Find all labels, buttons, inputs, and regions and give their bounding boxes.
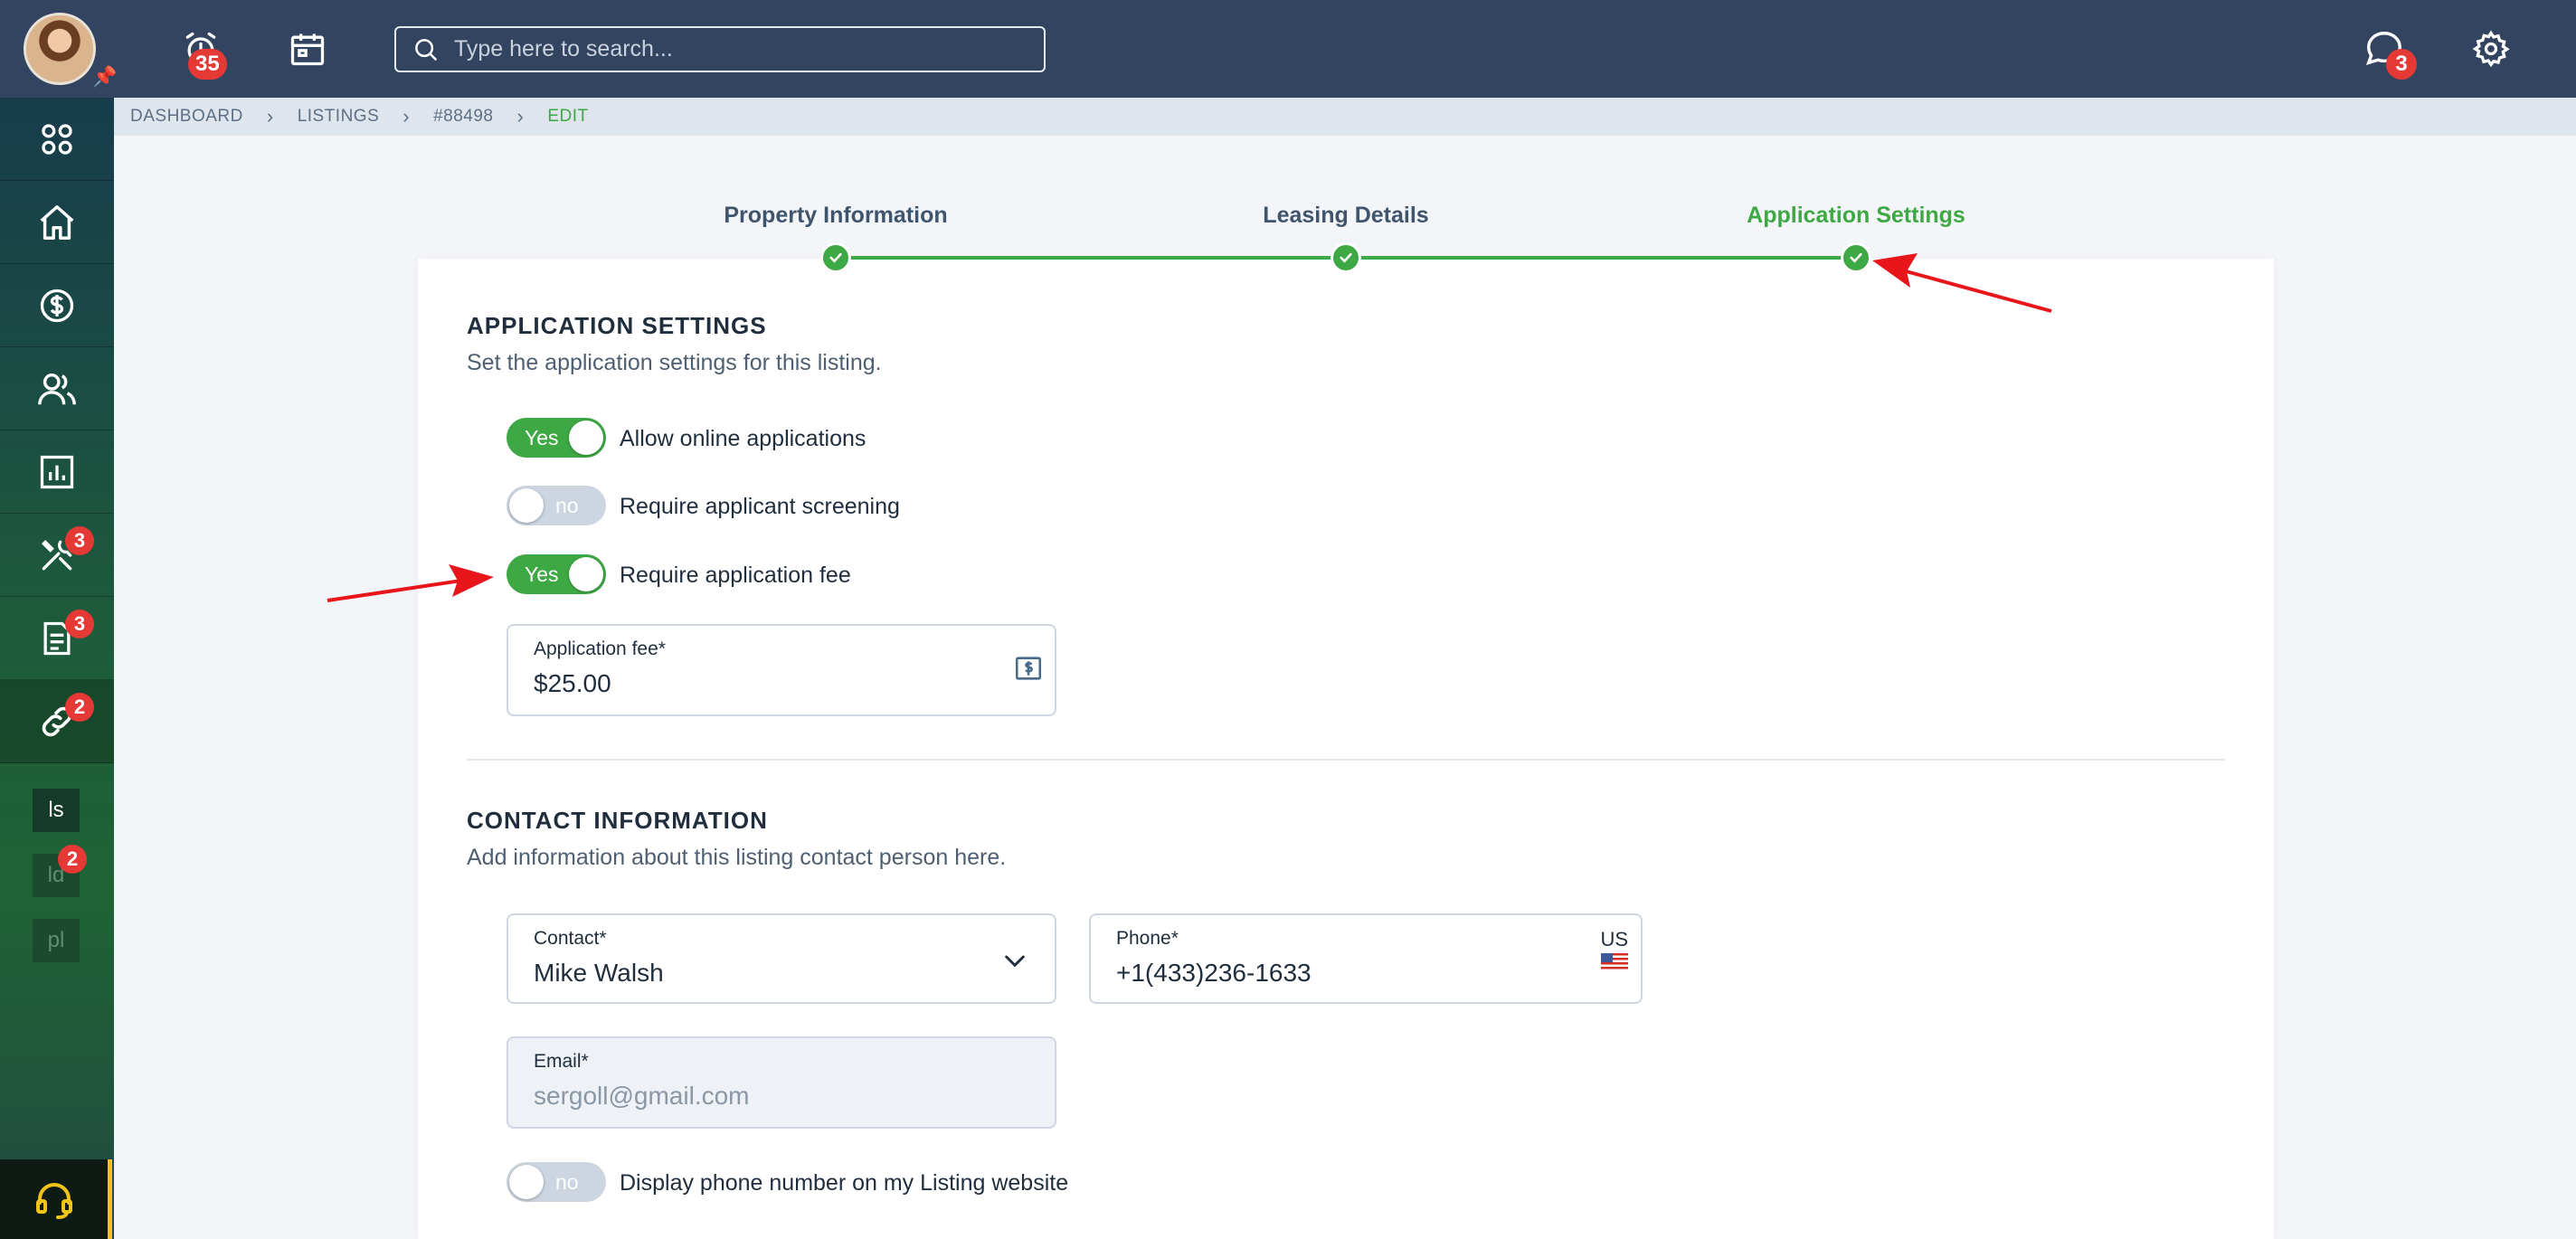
require-application-fee-label: Require application fee <box>620 563 851 588</box>
search-box[interactable] <box>394 26 1046 72</box>
application-fee-value[interactable]: $25.00 <box>534 669 611 698</box>
home-icon <box>40 204 74 240</box>
dollar-bill-icon <box>1015 657 1042 680</box>
sidebar-item-listings[interactable]: 2 <box>0 680 114 763</box>
messages-button[interactable]: 3 <box>2359 24 2417 80</box>
application-fee-field[interactable]: Application fee* $25.00 <box>507 624 1056 716</box>
step-property-information[interactable]: Property Information <box>724 203 947 229</box>
gear-icon <box>2472 30 2510 68</box>
search-icon <box>415 38 438 61</box>
chevron-right-icon: › <box>516 105 525 128</box>
breadcrumb: DASHBOARD › LISTINGS › #88498 › EDIT <box>114 98 2576 136</box>
annotation-arrow-icon <box>1872 253 2052 313</box>
require-applicant-screening-toggle[interactable]: no <box>507 486 606 525</box>
top-bar: 📌 35 3 <box>0 0 2576 98</box>
sidebar-item-documents[interactable]: 3 <box>0 597 114 680</box>
require-applicant-screening-label: Require applicant screening <box>620 494 900 519</box>
sidebar-item-maintenance[interactable]: 3 <box>0 514 114 597</box>
sidebar-item-apps[interactable] <box>0 98 114 181</box>
sidebar-item-properties[interactable] <box>0 181 114 264</box>
phone-value[interactable]: +1(433)236-1633 <box>1116 959 1312 988</box>
maintenance-badge: 3 <box>65 526 94 555</box>
step-leasing-details[interactable]: Leasing Details <box>1263 203 1428 229</box>
application-settings-subtitle: Set the application settings for this li… <box>467 350 882 375</box>
chevron-down-icon <box>1005 955 1025 968</box>
breadcrumb-edit: EDIT <box>547 107 589 126</box>
breadcrumb-listings[interactable]: LISTINGS <box>298 107 380 127</box>
phone-country-code[interactable]: US <box>1600 928 1628 951</box>
display-phone-label: Display phone number on my Listing websi… <box>620 1170 1069 1196</box>
search-input[interactable] <box>454 36 1033 62</box>
contact-information-title: CONTACT INFORMATION <box>467 807 768 834</box>
notifications-badge: 35 <box>188 49 227 80</box>
step-2-check-icon <box>1331 242 1361 273</box>
step-application-settings[interactable]: Application Settings <box>1747 203 1965 229</box>
listings-badge: 2 <box>65 693 94 722</box>
us-flag-icon <box>1601 953 1628 971</box>
users-icon <box>38 373 76 404</box>
allow-online-applications-toggle[interactable]: Yes <box>507 418 606 458</box>
require-application-fee-toggle[interactable]: Yes <box>507 554 606 594</box>
chevron-right-icon: › <box>266 105 274 128</box>
sidebar-mini-ls[interactable]: ls <box>33 789 80 832</box>
allow-online-applications-label: Allow online applications <box>620 426 867 451</box>
display-phone-toggle[interactable]: no <box>507 1162 606 1202</box>
chevron-right-icon: › <box>402 105 411 128</box>
user-avatar[interactable] <box>24 13 96 85</box>
sidebar: 3 3 2 ls ld 2 pl <box>0 98 114 1239</box>
breadcrumb-listing-id[interactable]: #88498 <box>433 107 493 127</box>
sidebar-item-reports[interactable] <box>0 430 114 514</box>
sidebar-item-people[interactable] <box>0 347 114 430</box>
email-field[interactable]: Email* sergoll@gmail.com <box>507 1036 1056 1129</box>
phone-field[interactable]: Phone* +1(433)236-1633 US <box>1089 913 1643 1004</box>
email-value: sergoll@gmail.com <box>534 1082 750 1110</box>
bar-chart-icon <box>40 455 74 488</box>
section-divider <box>467 759 2225 761</box>
settings-button[interactable] <box>2466 24 2516 74</box>
messages-badge: 3 <box>2386 49 2417 80</box>
breadcrumb-dashboard[interactable]: DASHBOARD <box>130 107 243 127</box>
calendar-icon <box>290 33 325 66</box>
notifications-button[interactable]: 35 <box>175 24 227 80</box>
documents-badge: 3 <box>65 610 94 638</box>
contact-value: Mike Walsh <box>534 959 664 987</box>
apps-icon <box>42 123 72 155</box>
application-settings-title: APPLICATION SETTINGS <box>467 312 767 339</box>
annotation-arrow-icon <box>327 564 494 602</box>
calendar-button[interactable] <box>282 24 333 74</box>
step-1-check-icon <box>820 242 851 273</box>
help-button[interactable] <box>0 1159 112 1239</box>
dollar-circle-icon <box>40 288 74 322</box>
contact-select[interactable]: Contact* Mike Walsh <box>507 913 1056 1004</box>
pin-icon: 📌 <box>92 65 118 88</box>
sidebar-mini-pl[interactable]: pl <box>33 919 80 962</box>
mini-ld-badge: 2 <box>58 845 87 874</box>
sidebar-item-accounting[interactable] <box>0 264 114 347</box>
contact-information-subtitle: Add information about this listing conta… <box>467 845 1007 870</box>
headset-icon <box>35 1183 72 1219</box>
application-settings-card: APPLICATION SETTINGS Set the application… <box>418 259 2274 1239</box>
